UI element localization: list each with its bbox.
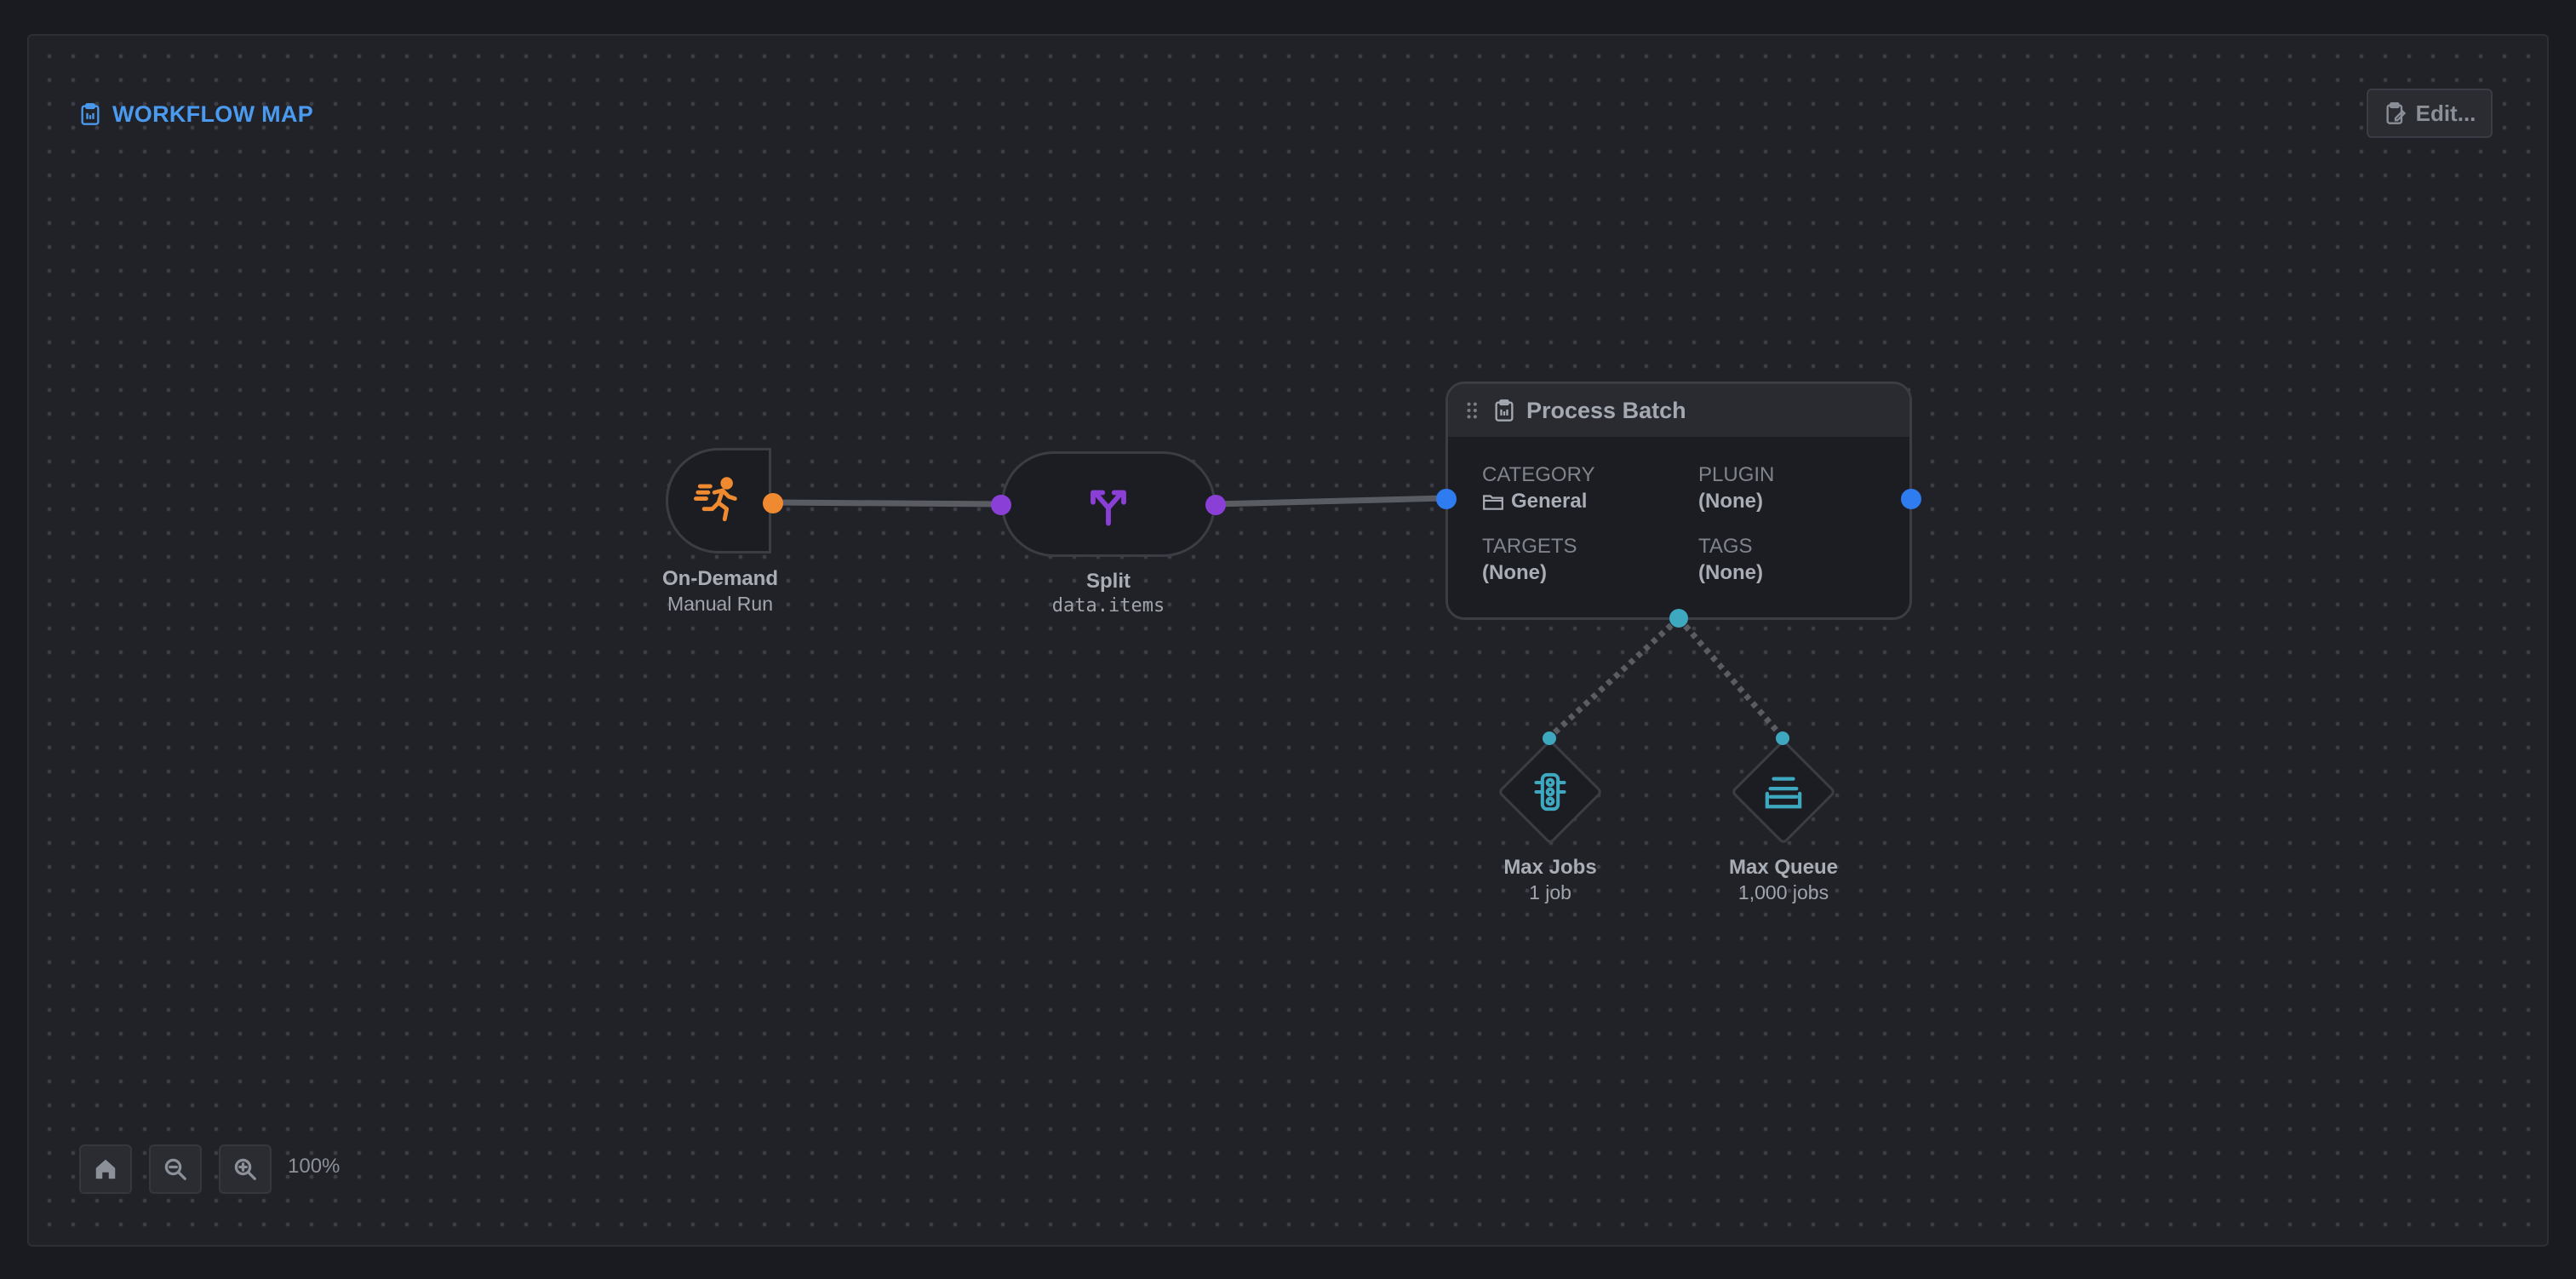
edge-trigger-split bbox=[770, 499, 1005, 508]
folder-icon bbox=[1483, 495, 1503, 510]
edge-batch-maxqueue bbox=[1676, 616, 1785, 740]
field-category-value: General bbox=[1511, 490, 1588, 513]
max-jobs-title: Max Jobs bbox=[1503, 856, 1597, 879]
field-tags-key: TAGS bbox=[1698, 535, 1753, 558]
trigger-output-port[interactable] bbox=[760, 490, 786, 516]
max-queue-port[interactable] bbox=[1774, 730, 1791, 747]
field-targets: TARGETS (None) bbox=[1482, 534, 1577, 587]
field-targets-key: TARGETS bbox=[1482, 535, 1577, 558]
max-queue-subtitle: 1,000 jobs bbox=[1737, 881, 1829, 903]
split-subtitle: data.items bbox=[1051, 595, 1165, 617]
home-icon bbox=[95, 1159, 116, 1179]
split-output-port[interactable] bbox=[1203, 492, 1228, 518]
zoom-in-icon bbox=[234, 1158, 256, 1180]
trigger-subtitle: Manual Run bbox=[667, 593, 774, 615]
process-batch-node[interactable]: Process Batch CATEGORY General PLUGIN (N… bbox=[1445, 381, 1912, 620]
batch-limit-port[interactable] bbox=[1668, 607, 1690, 629]
trigger-node[interactable] bbox=[666, 448, 771, 553]
process-batch-title: Process Batch bbox=[1526, 397, 1686, 423]
zoom-level: 100% bbox=[288, 1155, 341, 1178]
field-category-key: CATEGORY bbox=[1482, 463, 1595, 486]
field-targets-value: (None) bbox=[1482, 561, 1547, 584]
field-tags-value: (None) bbox=[1698, 561, 1763, 584]
split-node[interactable] bbox=[1001, 451, 1216, 557]
split-arrows-icon bbox=[1091, 490, 1126, 526]
field-category: CATEGORY General bbox=[1482, 462, 1594, 515]
workflow-edges bbox=[770, 495, 1785, 740]
trigger-label: On-Demand Manual Run bbox=[662, 566, 778, 616]
max-queue-label: Max Queue 1,000 jobs bbox=[1729, 855, 1838, 904]
clipboard-icon bbox=[1495, 399, 1514, 422]
edge-batch-maxjobs bbox=[1547, 616, 1681, 740]
zoom-out-button[interactable] bbox=[149, 1144, 202, 1194]
drag-handle-icon[interactable] bbox=[1465, 401, 1482, 420]
home-button[interactable] bbox=[79, 1144, 132, 1194]
zoom-out-icon bbox=[164, 1158, 186, 1180]
batch-input-port[interactable] bbox=[1435, 488, 1457, 510]
process-batch-header[interactable]: Process Batch bbox=[1448, 384, 1909, 437]
trigger-title: On-Demand bbox=[661, 567, 779, 590]
split-input-port[interactable] bbox=[988, 492, 1014, 518]
field-plugin-key: PLUGIN bbox=[1698, 463, 1775, 486]
max-queue-title: Max Queue bbox=[1728, 856, 1839, 879]
batch-output-port[interactable] bbox=[1900, 488, 1922, 510]
max-jobs-label: Max Jobs 1 job bbox=[1503, 855, 1596, 904]
field-plugin-value: (None) bbox=[1698, 490, 1763, 513]
edge-split-batch bbox=[1212, 495, 1449, 508]
running-person-icon bbox=[694, 477, 737, 522]
split-title: Split bbox=[1085, 570, 1131, 593]
field-plugin: PLUGIN (None) bbox=[1698, 462, 1774, 515]
queue-icon bbox=[1763, 771, 1804, 812]
max-jobs-subtitle: 1 job bbox=[1529, 881, 1571, 903]
traffic-light-icon bbox=[1530, 771, 1571, 812]
split-label: Split data.items bbox=[1052, 569, 1165, 618]
max-jobs-port[interactable] bbox=[1541, 730, 1558, 747]
zoom-in-button[interactable] bbox=[219, 1144, 272, 1194]
field-tags: TAGS (None) bbox=[1698, 534, 1763, 587]
field-category-value-row: General bbox=[1482, 488, 1594, 515]
